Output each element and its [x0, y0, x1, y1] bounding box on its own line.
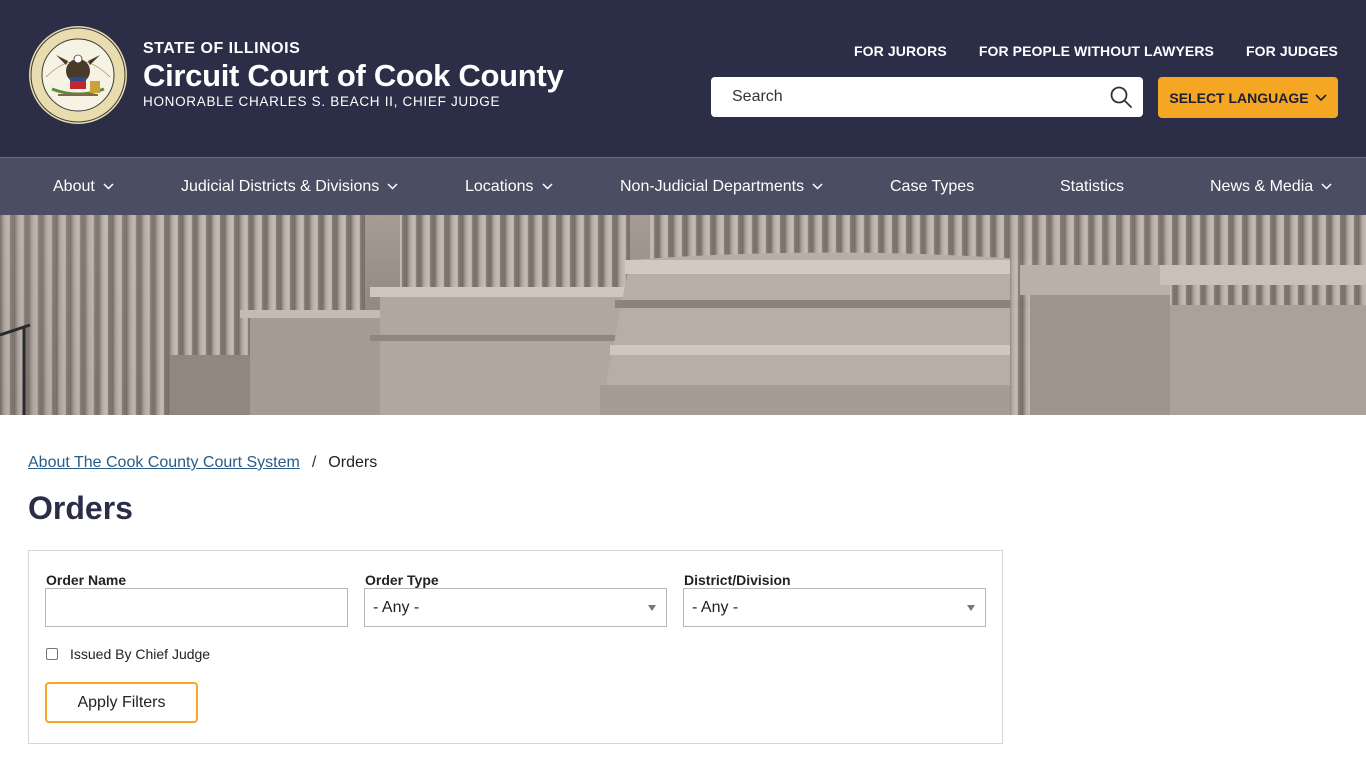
breadcrumb: About The Cook County Court System / Ord… — [28, 454, 377, 472]
breadcrumb-current: Orders — [328, 454, 378, 471]
nav-item-label: About — [53, 177, 95, 195]
filter-form: Order Name Order Type - Any - District/D… — [28, 550, 1003, 744]
nav-item-statistics[interactable]: Statistics — [1060, 158, 1124, 215]
chevron-down-icon — [541, 183, 553, 190]
state-name: STATE OF ILLINOIS — [143, 40, 301, 57]
district-division-label: District/Division — [684, 572, 791, 588]
utility-link-jurors[interactable]: FOR JURORS — [854, 43, 947, 59]
nav-item-non-judicial-departments[interactable]: Non-Judicial Departments — [620, 158, 823, 215]
chief-judge-checkbox-label[interactable]: Issued By Chief Judge — [70, 646, 210, 662]
search-box — [711, 77, 1143, 117]
site-header: STATE OF ILLINOIS Circuit Court of Cook … — [0, 0, 1366, 157]
apply-filters-button[interactable]: Apply Filters — [45, 682, 198, 723]
chief-judge-name: HONORABLE CHARLES S. BEACH II, CHIEF JUD… — [143, 94, 501, 109]
nav-item-judicial-districts[interactable]: Judicial Districts & Divisions — [181, 158, 398, 215]
nav-item-label: News & Media — [1210, 177, 1314, 195]
chief-judge-checkbox-row: Issued By Chief Judge — [46, 646, 210, 662]
select-language-label: SELECT LANGUAGE — [1169, 89, 1309, 106]
breadcrumb-separator: / — [311, 454, 317, 471]
order-name-input[interactable] — [45, 588, 348, 627]
illinois-seal-icon[interactable] — [28, 25, 128, 125]
order-type-label: Order Type — [365, 572, 439, 588]
district-division-select[interactable]: - Any - — [683, 588, 986, 627]
nav-item-label: Non-Judicial Departments — [620, 177, 805, 195]
nav-item-case-types[interactable]: Case Types — [890, 158, 974, 215]
brand[interactable]: STATE OF ILLINOIS Circuit Court of Cook … — [143, 40, 564, 110]
order-type-selected: - Any - — [373, 598, 420, 616]
nav-item-label: Statistics — [1060, 177, 1125, 195]
nav-item-about[interactable]: About — [53, 158, 114, 215]
select-language-button[interactable]: SELECT LANGUAGE — [1158, 77, 1338, 118]
utility-links: FOR JURORS FOR PEOPLE WITHOUT LAWYERS FO… — [854, 43, 1338, 59]
chevron-down-icon — [1315, 93, 1327, 101]
nav-item-label: Locations — [465, 177, 534, 195]
nav-item-label: Judicial Districts & Divisions — [181, 177, 380, 195]
search-input[interactable] — [711, 77, 1101, 117]
chevron-down-icon — [812, 183, 823, 190]
chevron-down-icon — [103, 183, 114, 190]
chief-judge-checkbox[interactable] — [46, 648, 58, 660]
order-type-select[interactable]: - Any - — [364, 588, 667, 627]
nav-item-news-media[interactable]: News & Media — [1210, 158, 1332, 215]
district-division-selected: - Any - — [692, 598, 739, 616]
site-title[interactable]: Circuit Court of Cook County — [143, 58, 564, 94]
utility-link-judges[interactable]: FOR JUDGES — [1246, 43, 1338, 59]
order-name-label: Order Name — [46, 572, 127, 588]
utility-link-people-without-lawyers[interactable]: FOR PEOPLE WITHOUT LAWYERS — [979, 43, 1214, 59]
nav-item-label: Case Types — [890, 177, 975, 195]
dropdown-caret-icon — [648, 605, 656, 611]
hero-banner-columns-image — [0, 215, 1366, 415]
columns-image — [0, 215, 1366, 415]
nav-item-locations[interactable]: Locations — [465, 158, 553, 215]
dropdown-caret-icon — [967, 605, 975, 611]
main-navigation: About Judicial Districts & Divisions Loc… — [0, 157, 1366, 215]
page-title: Orders — [28, 490, 133, 526]
search-icon[interactable] — [1109, 85, 1133, 109]
chevron-down-icon — [1321, 183, 1332, 190]
chevron-down-icon — [387, 183, 398, 190]
breadcrumb-link-about[interactable]: About The Cook County Court System — [28, 454, 300, 472]
